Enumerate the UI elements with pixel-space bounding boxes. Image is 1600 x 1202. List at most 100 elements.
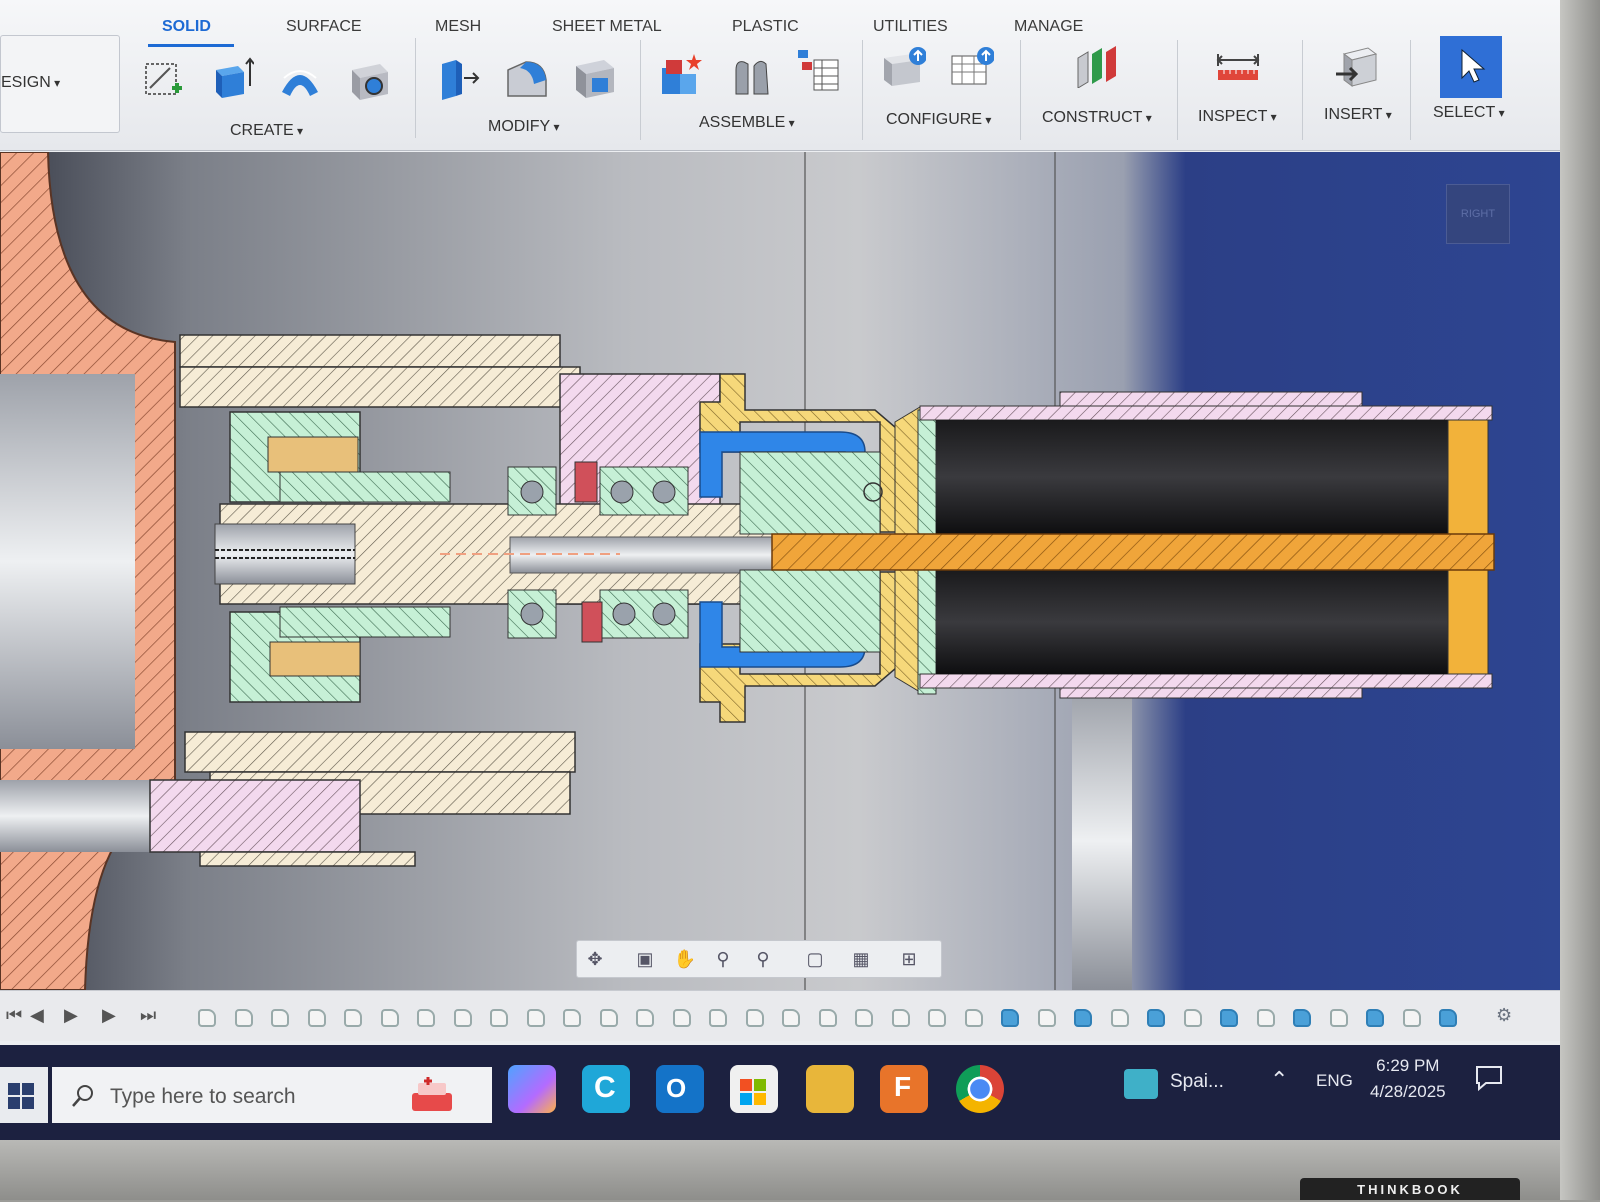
select-button[interactable]: [1440, 36, 1502, 98]
tab-manage[interactable]: MANAGE: [1014, 18, 1083, 36]
timeline-feature-icon[interactable]: [307, 1009, 326, 1027]
tab-sheet-metal[interactable]: SHEET METAL: [552, 18, 662, 36]
chrome-icon[interactable]: [956, 1065, 1004, 1113]
timeline-feature-icon[interactable]: [818, 1009, 837, 1027]
timeline-feature-icon[interactable]: [1147, 1009, 1165, 1027]
select-menu[interactable]: SELECT: [1433, 104, 1505, 122]
microsoft-store-icon[interactable]: [730, 1065, 778, 1113]
zoom-icon[interactable]: ⚲: [711, 947, 735, 971]
assemble-menu[interactable]: ASSEMBLE: [699, 114, 795, 132]
workspace-switcher[interactable]: ESIGN: [0, 35, 120, 133]
timeline-feature-icon[interactable]: [855, 1009, 873, 1027]
timeline-feature-icon[interactable]: [1074, 1009, 1092, 1027]
timeline-next-icon[interactable]: ▶: [102, 1005, 116, 1026]
timeline-feature-icon[interactable]: [1439, 1009, 1457, 1027]
language-indicator[interactable]: ENG: [1316, 1071, 1353, 1091]
file-explorer-icon[interactable]: [806, 1065, 854, 1113]
timeline-feature-icon[interactable]: [636, 1009, 654, 1027]
timeline-feature-icon[interactable]: [928, 1009, 946, 1027]
timeline-feature-icon[interactable]: [563, 1009, 581, 1027]
timeline-feature-icon[interactable]: [1220, 1009, 1238, 1027]
fusion-360-icon[interactable]: F: [880, 1065, 928, 1113]
timeline-prev-icon[interactable]: ◀: [30, 1005, 44, 1026]
configure-menu[interactable]: CONFIGURE: [886, 111, 991, 129]
timeline-feature-icon[interactable]: [380, 1009, 399, 1027]
extrude-icon[interactable]: [210, 56, 254, 100]
timeline-feature-icon[interactable]: [1256, 1009, 1275, 1027]
modify-menu[interactable]: MODIFY: [488, 118, 560, 136]
construct-menu[interactable]: CONSTRUCT: [1042, 109, 1152, 127]
timeline-feature-icon[interactable]: [672, 1009, 691, 1027]
viewcube[interactable]: RIGHT: [1446, 184, 1510, 244]
timeline-feature-icon[interactable]: [1329, 1009, 1348, 1027]
timeline-feature-icon[interactable]: [526, 1009, 545, 1027]
timeline-feature-icon[interactable]: [745, 1009, 764, 1027]
bill-of-materials-icon[interactable]: [796, 48, 840, 92]
timeline-feature-icon[interactable]: [1037, 1009, 1056, 1027]
taskbar-search-box[interactable]: Type here to search: [52, 1067, 492, 1123]
timeline-feature-icon[interactable]: [891, 1009, 910, 1027]
joint-icon[interactable]: [730, 54, 774, 98]
inspect-menu[interactable]: INSPECT: [1198, 108, 1277, 126]
create-menu[interactable]: CREATE: [230, 122, 303, 140]
notifications-icon[interactable]: [1474, 1063, 1504, 1093]
tab-plastic[interactable]: PLASTIC: [732, 18, 799, 36]
tray-overflow-chevron-icon[interactable]: ⌃: [1270, 1067, 1288, 1093]
viewports-icon[interactable]: ⊞: [897, 947, 921, 971]
tab-solid[interactable]: SOLID: [162, 18, 211, 36]
insert-menu[interactable]: INSERT: [1324, 106, 1392, 124]
timeline-feature-icon[interactable]: [344, 1009, 362, 1027]
timeline-feature-icon[interactable]: [1183, 1009, 1202, 1027]
hole-icon[interactable]: [348, 58, 392, 102]
configuration-table-icon[interactable]: [950, 46, 994, 90]
timeline-feature-icon[interactable]: [198, 1009, 216, 1027]
orbit-icon[interactable]: ✥: [583, 947, 607, 971]
timeline-feature-icon[interactable]: [234, 1009, 253, 1027]
outlook-icon[interactable]: O: [656, 1065, 704, 1113]
app-c-icon[interactable]: C: [582, 1065, 630, 1113]
configure-icon[interactable]: [882, 46, 926, 90]
spotify-label[interactable]: Spai...: [1170, 1071, 1224, 1093]
timeline-first-icon[interactable]: ⏮: [6, 1005, 22, 1026]
fit-icon[interactable]: ⚲: [751, 947, 775, 971]
pan-hand-icon[interactable]: ✋: [673, 947, 697, 971]
tab-mesh[interactable]: MESH: [435, 18, 481, 36]
tab-utilities[interactable]: UTILITIES: [873, 18, 948, 36]
new-component-icon[interactable]: [658, 52, 702, 96]
timeline-feature-icon[interactable]: [453, 1009, 472, 1027]
timeline-feature-icon[interactable]: [964, 1009, 983, 1027]
timeline-feature-icon[interactable]: [1366, 1009, 1384, 1027]
timeline-settings-gear-icon[interactable]: ⚙: [1496, 1005, 1512, 1026]
revolve-icon[interactable]: [278, 58, 322, 102]
workspace-label: ESIGN: [1, 74, 60, 92]
timeline-feature-icon[interactable]: [1001, 1009, 1019, 1027]
timeline-feature-icon[interactable]: [417, 1009, 435, 1027]
tab-surface[interactable]: SURFACE: [286, 18, 362, 36]
timeline-last-icon[interactable]: ⏭: [140, 1005, 156, 1026]
timeline-feature-icon[interactable]: [271, 1009, 289, 1027]
create-sketch-icon[interactable]: [142, 58, 186, 102]
3d-viewport[interactable]: RIGHT ✥ ▣ ✋ ⚲ ⚲ ▢ ▦ ⊞: [0, 152, 1560, 990]
cursor-arrow-icon: [1461, 48, 1486, 83]
measure-icon[interactable]: [1216, 46, 1260, 90]
start-button[interactable]: [0, 1067, 48, 1123]
timeline-feature-icon[interactable]: [1110, 1009, 1129, 1027]
timeline-play-icon[interactable]: ▶: [64, 1005, 78, 1026]
timeline-feature-icon[interactable]: [1402, 1009, 1421, 1027]
display-settings-icon[interactable]: ▢: [803, 947, 827, 971]
construct-plane-icon[interactable]: [1076, 44, 1120, 88]
timeline-feature-icon[interactable]: [599, 1009, 618, 1027]
timeline-feature-icon[interactable]: [782, 1009, 800, 1027]
copilot-icon[interactable]: [508, 1065, 556, 1113]
look-at-icon[interactable]: ▣: [633, 947, 657, 971]
grid-settings-icon[interactable]: ▦: [849, 947, 873, 971]
timeline-feature-icon[interactable]: [709, 1009, 727, 1027]
spotify-app-icon[interactable]: [1124, 1069, 1158, 1099]
insert-icon[interactable]: [1334, 44, 1378, 88]
timeline-feature-icon[interactable]: [490, 1009, 508, 1027]
fillet-icon[interactable]: [504, 56, 548, 100]
timeline-feature-icon[interactable]: [1293, 1009, 1311, 1027]
shell-icon[interactable]: [572, 56, 616, 100]
press-pull-icon[interactable]: [436, 56, 480, 100]
clock[interactable]: 6:29 PM 4/28/2025: [1370, 1053, 1446, 1105]
